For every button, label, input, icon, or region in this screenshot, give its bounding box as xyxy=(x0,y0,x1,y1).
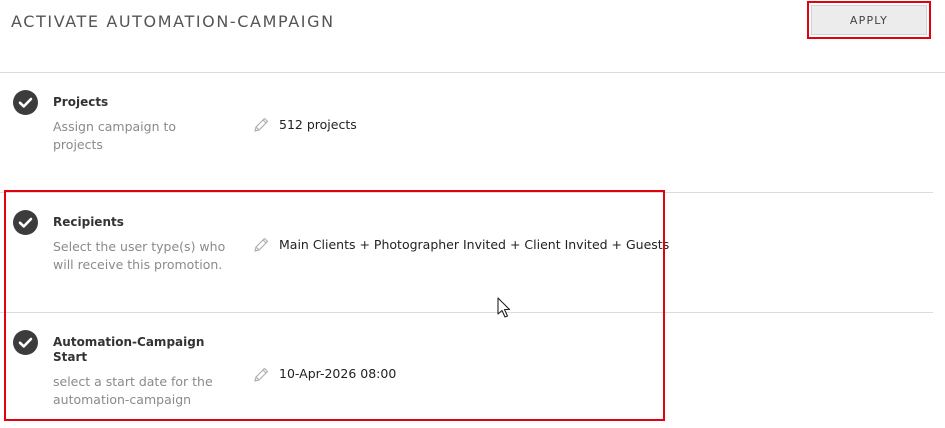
step-description: Select the user type(s) who will receive… xyxy=(53,239,226,272)
check-circle-icon xyxy=(13,330,38,355)
pencil-icon[interactable] xyxy=(252,116,270,134)
apply-button-highlight: APPLY xyxy=(807,1,931,39)
page-title: ACTIVATE AUTOMATION-CAMPAIGN xyxy=(11,12,335,31)
activate-campaign-page: ACTIVATE AUTOMATION-CAMPAIGN APPLY Proje… xyxy=(0,0,945,428)
mouse-cursor-icon xyxy=(497,297,511,319)
apply-button[interactable]: APPLY xyxy=(811,5,927,35)
pencil-icon[interactable] xyxy=(252,236,270,254)
step-title: Recipients xyxy=(53,215,124,229)
step-value[interactable]: 512 projects xyxy=(279,117,357,132)
row-divider xyxy=(0,192,933,193)
step-description: Assign campaign to projects xyxy=(53,119,177,152)
pencil-icon[interactable] xyxy=(252,366,270,384)
step-title: Automation-Campaign Start xyxy=(53,335,205,364)
row-divider xyxy=(0,312,933,313)
step-value[interactable]: 10-Apr-2026 08:00 xyxy=(279,366,396,381)
step-value[interactable]: Main Clients + Photographer Invited + Cl… xyxy=(279,237,669,252)
header-divider xyxy=(0,72,945,73)
check-circle-icon xyxy=(13,90,38,115)
step-description: select a start date for the automation-c… xyxy=(53,374,213,407)
check-circle-icon xyxy=(13,210,38,235)
step-title: Projects xyxy=(53,95,109,109)
